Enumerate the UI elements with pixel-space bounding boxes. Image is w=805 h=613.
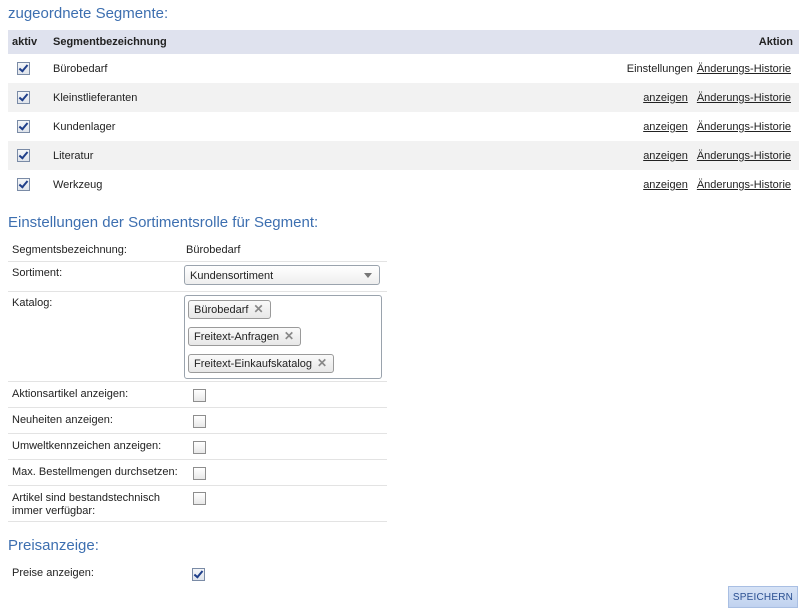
sortiment-row: Sortiment: Kundensortiment xyxy=(8,262,387,292)
katalog-tag-label: Freitext-Einkaufskatalog xyxy=(194,358,312,370)
segment-row: Werkzeug anzeigen Änderungs-Historie xyxy=(8,170,799,199)
option-row: Umweltkennzeichen anzeigen: xyxy=(8,434,387,460)
header-action: Aktion xyxy=(758,36,793,48)
segments-table: aktiv Segmentbezeichnung Aktion Bürobeda… xyxy=(8,30,799,191)
option-label: Artikel sind bestandstechnisch immer ver… xyxy=(12,492,160,517)
option-label: Max. Bestellmengen durchsetzen: xyxy=(12,466,178,478)
history-link[interactable]: Änderungs-Historie xyxy=(697,121,791,133)
option-row: Neuheiten anzeigen: xyxy=(8,408,387,434)
segment-name: Bürobedarf xyxy=(53,63,108,75)
remove-icon[interactable]: ✕ xyxy=(284,328,294,345)
aktionsartikel-checkbox[interactable] xyxy=(193,389,206,402)
katalog-multiselect[interactable]: Bürobedarf ✕ Freitext-Anfragen ✕ Freitext-… xyxy=(184,295,382,379)
katalog-tag: Bürobedarf ✕ xyxy=(188,300,271,319)
segment-active-checkbox[interactable] xyxy=(17,62,30,75)
history-link[interactable]: Änderungs-Historie xyxy=(697,92,791,104)
katalog-label: Katalog: xyxy=(12,297,53,309)
segment-name-label: Segmentsbezeichnung: xyxy=(12,244,127,256)
settings-label: Einstellungen xyxy=(626,63,693,75)
katalog-tag: Freitext-Einkaufskatalog ✕ xyxy=(188,354,335,373)
price-title: Preisanzeige: xyxy=(8,537,99,554)
header-aktiv: aktiv xyxy=(12,36,38,48)
segment-name: Kleinstlieferanten xyxy=(53,92,138,104)
history-link[interactable]: Änderungs-Historie xyxy=(697,150,791,162)
segment-name: Kundenlager xyxy=(53,121,116,133)
umweltkennzeichen-checkbox[interactable] xyxy=(193,441,206,454)
segment-active-checkbox[interactable] xyxy=(17,149,30,162)
show-link[interactable]: anzeigen xyxy=(643,179,688,191)
segment-row: Literatur anzeigen Änderungs-Historie xyxy=(8,141,799,170)
show-prices-checkbox[interactable] xyxy=(192,568,205,581)
bestand-verfuegbar-checkbox[interactable] xyxy=(193,492,206,505)
segments-title: zugeordnete Segmente: xyxy=(8,5,169,22)
remove-icon[interactable]: ✕ xyxy=(253,301,263,318)
settings-title: Einstellungen der Sortimentsrolle für Se… xyxy=(8,214,319,231)
katalog-tag-label: Freitext-Anfragen xyxy=(194,331,279,343)
option-label: Neuheiten anzeigen: xyxy=(12,414,113,426)
segment-active-checkbox[interactable] xyxy=(17,91,30,104)
segment-name: Literatur xyxy=(53,150,94,162)
option-row: Aktionsartikel anzeigen: xyxy=(8,382,387,408)
save-button[interactable]: SPEICHERN xyxy=(728,586,798,608)
option-row: Artikel sind bestandstechnisch immer ver… xyxy=(8,486,387,522)
show-prices-label: Preise anzeigen: xyxy=(12,567,94,579)
max-bestellmengen-checkbox[interactable] xyxy=(193,467,206,480)
history-link[interactable]: Änderungs-Historie xyxy=(697,63,791,75)
segment-active-checkbox[interactable] xyxy=(17,178,30,191)
katalog-tag-label: Bürobedarf xyxy=(194,304,249,316)
katalog-row: Katalog: Bürobedarf ✕ Freitext-Anfragen ✕ … xyxy=(8,292,387,382)
segment-name-row: Segmentsbezeichnung: Bürobedarf xyxy=(8,238,387,262)
segment-name: Werkzeug xyxy=(53,179,103,191)
segments-table-header: aktiv Segmentbezeichnung Aktion xyxy=(8,30,799,54)
segment-row: Kundenlager anzeigen Änderungs-Historie xyxy=(8,112,799,141)
option-row: Max. Bestellmengen durchsetzen: xyxy=(8,460,387,486)
option-label: Aktionsartikel anzeigen: xyxy=(12,388,129,400)
segment-active-checkbox[interactable] xyxy=(17,120,30,133)
segment-row: Bürobedarf Einstellungen Änderungs-Histor… xyxy=(8,54,799,83)
sortiment-label: Sortiment: xyxy=(12,267,63,279)
option-label: Umweltkennzeichen anzeigen: xyxy=(12,440,162,452)
remove-icon[interactable]: ✕ xyxy=(317,355,327,372)
header-segment-name: Segmentbezeichnung xyxy=(53,36,167,48)
sortiment-selected-value: Kundensortiment xyxy=(190,270,274,282)
neuheiten-checkbox[interactable] xyxy=(193,415,206,428)
chevron-down-icon xyxy=(364,273,372,278)
show-link[interactable]: anzeigen xyxy=(643,150,688,162)
segment-row: Kleinstlieferanten anzeigen Änderungs-His… xyxy=(8,83,799,112)
history-link[interactable]: Änderungs-Historie xyxy=(697,179,791,191)
katalog-tag: Freitext-Anfragen ✕ xyxy=(188,327,302,346)
show-link[interactable]: anzeigen xyxy=(643,121,688,133)
sortiment-select[interactable]: Kundensortiment xyxy=(184,265,380,285)
segment-name-value: Bürobedarf xyxy=(186,244,241,256)
show-link[interactable]: anzeigen xyxy=(643,92,688,104)
